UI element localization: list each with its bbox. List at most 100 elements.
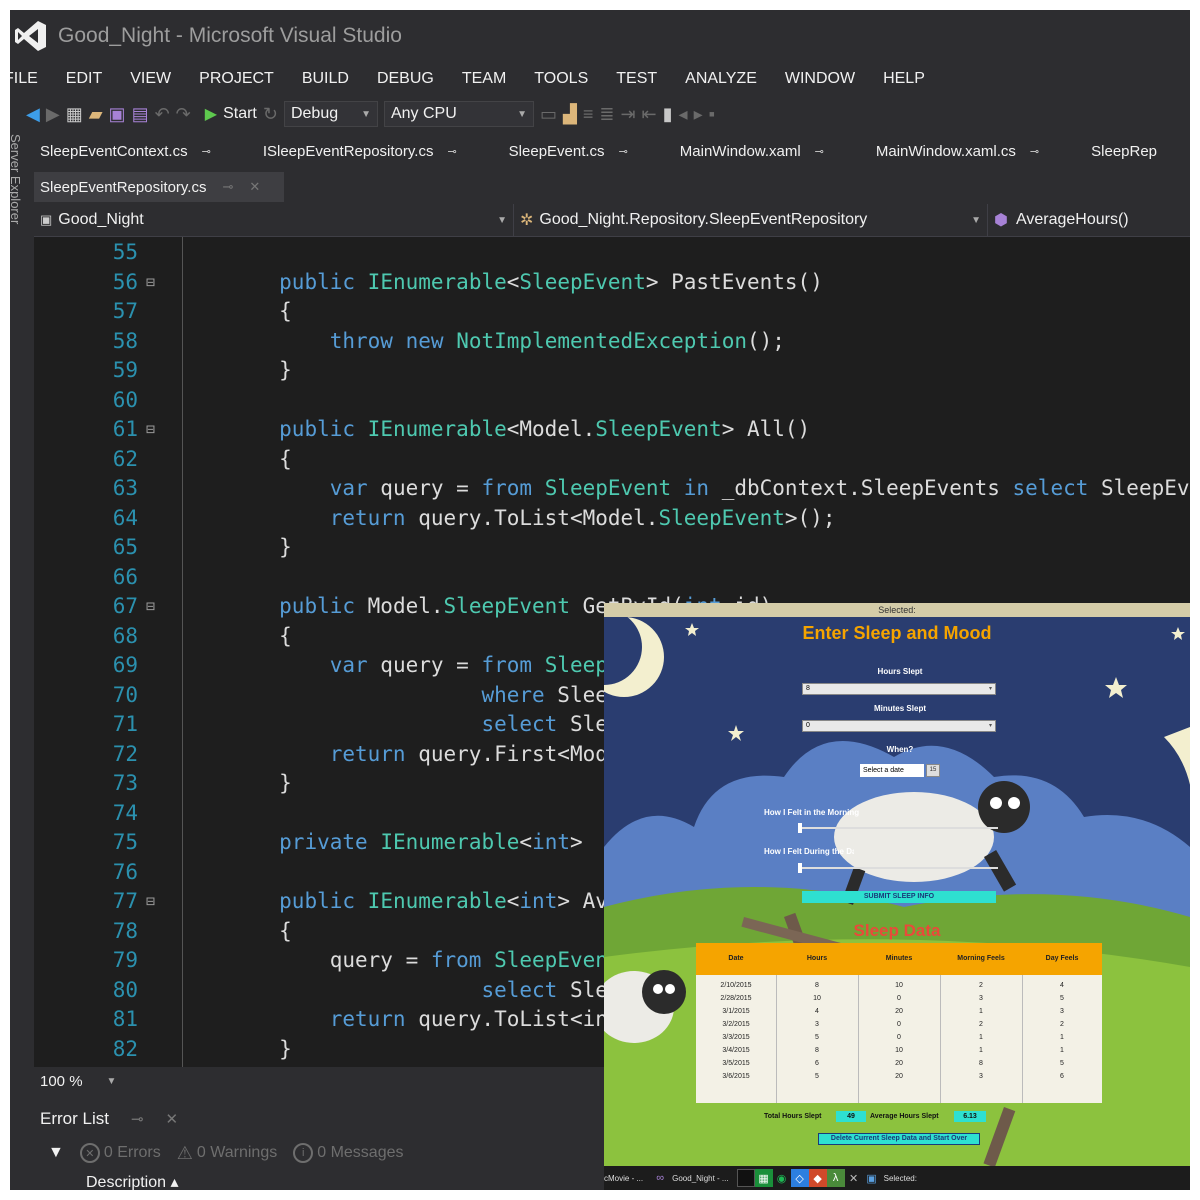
calendar-icon[interactable]: 15 (926, 764, 940, 777)
code-line[interactable]: 57 { (34, 296, 1190, 326)
taskbar-item-label: Good_Night - ... (672, 1173, 729, 1183)
date-input[interactable]: Select a date (860, 764, 924, 777)
attach-icon[interactable]: ▭ (540, 104, 557, 125)
zoom-level[interactable]: 100 % (40, 1073, 83, 1090)
hours-select[interactable]: 8 ▾ (802, 683, 996, 695)
spotify-icon[interactable]: ◉ (773, 1169, 791, 1187)
menu-item-edit[interactable]: EDIT (52, 70, 116, 88)
errors-filter[interactable]: ✕ 0 Errors (79, 1143, 161, 1163)
clear-bookmarks-icon[interactable]: ▪ (709, 104, 715, 125)
taskbar-item-movie[interactable]: cMovie - ... (604, 1174, 643, 1183)
open-folder-icon[interactable]: ▰ (89, 104, 103, 125)
lambda-icon[interactable]: λ (826, 1169, 845, 1187)
submit-sleep-button[interactable]: SUBMIT SLEEP INFO (802, 891, 996, 903)
code-line[interactable]: 58 throw new NotImplementedException(); (34, 326, 1190, 356)
code-line[interactable]: 56 ⊟ public IEnumerable<SleepEvent> PastE… (34, 267, 1190, 297)
save-icon[interactable]: ▣ (109, 104, 126, 125)
pin-icon[interactable]: ⊸ (619, 145, 628, 158)
menu-item-analyze[interactable]: ANALYZE (671, 70, 771, 88)
code-line[interactable]: 60 (34, 385, 1190, 415)
warnings-filter[interactable]: ⚠ 0 Warnings (177, 1143, 277, 1164)
uncomment-icon[interactable]: ≣ (599, 104, 614, 125)
code-line[interactable]: 66 (34, 562, 1190, 592)
next-bookmark-icon[interactable]: ▸ (694, 104, 703, 125)
back-icon[interactable]: ◀ (26, 104, 40, 125)
pinned-tab[interactable]: SleepRep (1085, 143, 1163, 160)
calculator-icon[interactable]: ▦ (754, 1169, 773, 1187)
undo-icon[interactable]: ↶ (155, 104, 170, 125)
code-line[interactable]: 61 ⊟ public IEnumerable<Model.SleepEvent>… (34, 414, 1190, 444)
pinned-tab[interactable]: SleepEventContext.cs ⊸ (34, 143, 217, 160)
code-token: SleepEvent (519, 269, 646, 294)
new-project-icon[interactable]: ▦ (66, 104, 83, 125)
outdent-icon[interactable]: ⇤ (642, 104, 657, 125)
menu-item-file[interactable]: FILE (10, 70, 52, 88)
redo-icon[interactable]: ↷ (176, 104, 191, 125)
pin-icon[interactable]: ⊸ (202, 145, 211, 158)
messages-filter[interactable]: i0 Messages (293, 1143, 403, 1163)
pin-icon[interactable]: ⊸ (815, 145, 824, 158)
member-dropdown[interactable]: ⬢ AverageHours() (988, 204, 1190, 236)
terminal-icon[interactable] (736, 1169, 755, 1187)
menu-item-tools[interactable]: TOOLS (520, 70, 602, 88)
pin-icon[interactable]: ⊸ (447, 145, 456, 158)
chevron-down-icon[interactable]: ▼ (107, 1076, 117, 1087)
menu-item-project[interactable]: PROJECT (185, 70, 288, 88)
pinned-tab[interactable]: ISleepEventRepository.cs ⊸ (257, 143, 463, 160)
indent-icon[interactable]: ⇥ (620, 104, 635, 125)
code-line[interactable]: 63 var query = from SleepEvent in _dbCon… (34, 473, 1190, 503)
pin-icon[interactable]: ⊸ (131, 1110, 144, 1128)
morning-slider-thumb[interactable] (798, 823, 802, 833)
menu-item-view[interactable]: VIEW (116, 70, 185, 88)
day-slider[interactable] (798, 867, 998, 869)
type-dropdown[interactable]: ✲ Good_Night.Repository.SleepEventReposi… (514, 204, 988, 236)
filter-icon[interactable]: ▼ (48, 1144, 64, 1162)
start-button[interactable]: ▶ Start (205, 104, 257, 124)
project-dropdown[interactable]: ▣ Good_Night ▼ (34, 204, 514, 236)
delete-data-button[interactable]: Delete Current Sleep Data and Start Over (818, 1133, 980, 1145)
collapse-toggle-icon[interactable]: ⊟ (146, 267, 160, 297)
morning-slider[interactable] (798, 827, 998, 829)
close-icon[interactable]: ✕ (249, 179, 260, 195)
minutes-select[interactable]: 0 ▾ (802, 720, 996, 732)
pin-icon[interactable]: ⊸ (1030, 145, 1039, 158)
menu-item-test[interactable]: TEST (602, 70, 671, 88)
forward-icon[interactable]: ▶ (46, 104, 60, 125)
taskbar-item-visual-studio[interactable]: ∞ Good_Night - ... (651, 1169, 728, 1187)
description-column-header[interactable]: Description ▴ (86, 1172, 179, 1190)
menu-item-debug[interactable]: DEBUG (363, 70, 448, 88)
tab-sleep-event-repository[interactable]: SleepEventRepository.cs ⊸ ✕ (34, 172, 284, 202)
prev-bookmark-icon[interactable]: ◂ (679, 104, 688, 125)
bookmark-icon[interactable]: ▮ (663, 104, 673, 125)
dropbox-icon[interactable]: ◇ (790, 1169, 809, 1187)
save-all-icon[interactable]: ▤ (132, 104, 149, 125)
code-token: new (405, 328, 444, 353)
pinned-tab[interactable]: SleepEvent.cs ⊸ (503, 143, 634, 160)
code-line[interactable]: 62 { (34, 444, 1190, 474)
menu-item-window[interactable]: WINDOW (771, 70, 869, 88)
menu-item-team[interactable]: TEAM (448, 70, 520, 88)
taskbar-item-app[interactable]: ▣ Selected: (863, 1169, 917, 1187)
code-line[interactable]: 64 return query.ToList<Model.SleepEvent>… (34, 503, 1190, 533)
pinned-tab[interactable]: MainWindow.xaml.cs ⊸ (870, 143, 1045, 160)
refresh-icon[interactable]: ↻ (263, 104, 278, 125)
menu-item-build[interactable]: BUILD (288, 70, 363, 88)
tools-icon[interactable]: ✕ (845, 1169, 863, 1187)
close-icon[interactable]: ✕ (166, 1110, 179, 1128)
platform-dropdown[interactable]: Any CPU ▼ (383, 101, 534, 127)
menu-item-help[interactable]: HELP (869, 70, 939, 88)
collapse-toggle-icon[interactable]: ⊟ (146, 414, 160, 444)
server-explorer-tab[interactable]: Server Explorer (10, 134, 23, 224)
config-dropdown[interactable]: Debug ▼ (283, 101, 378, 127)
code-line[interactable]: 59 } (34, 355, 1190, 385)
collapse-toggle-icon[interactable]: ⊟ (146, 886, 160, 916)
collapse-toggle-icon[interactable]: ⊟ (146, 591, 160, 621)
code-line[interactable]: 65 } (34, 532, 1190, 562)
day-slider-thumb[interactable] (798, 863, 802, 873)
pinned-tab[interactable]: MainWindow.xaml ⊸ (674, 143, 830, 160)
code-line[interactable]: 55 (34, 237, 1190, 267)
find-icon[interactable]: ▟ (563, 104, 577, 125)
pin-icon[interactable]: ⊸ (222, 179, 233, 195)
git-icon[interactable]: ◆ (808, 1169, 827, 1187)
comment-icon[interactable]: ≡ (583, 104, 594, 125)
